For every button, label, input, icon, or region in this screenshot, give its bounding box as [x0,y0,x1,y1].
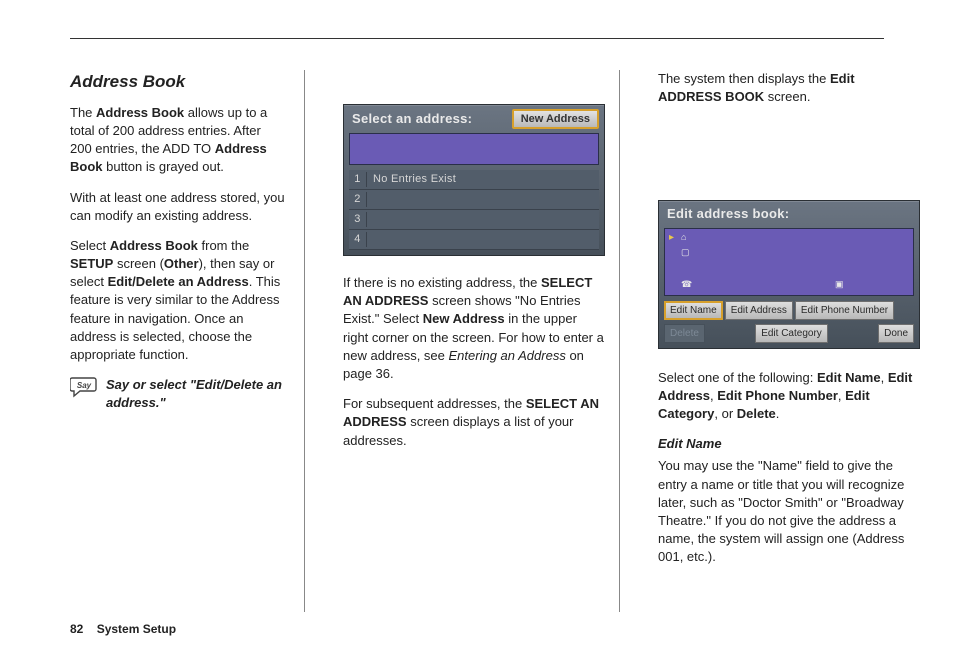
c3-p3: You may use the "Name" field to give the… [658,457,920,566]
row-cell: No Entries Exist [367,172,599,187]
column-3: The system then displays the Edit ADDRES… [644,70,920,612]
caret-right-icon: ▸ [669,233,674,243]
c2-p1: If there is no existing address, the SEL… [343,274,605,383]
panel-title: Edit address book: [667,205,789,223]
address-list: 1No Entries Exist 2 3 4 [349,170,599,250]
text: . [776,406,780,421]
page-body: Address Book The Address Book allows up … [70,70,884,612]
page-number: 82 [70,622,83,636]
row-number: 3 [349,212,367,227]
edit-phone-button[interactable]: Edit Phone Number [795,301,894,320]
text-bold: SETUP [70,256,113,271]
say-text: Say or select "Edit/Delete an address." [106,376,286,412]
delete-button[interactable]: Delete [664,324,705,343]
phone-icon: ☎ [681,279,693,289]
text-italic: Entering an Address [449,348,566,363]
map-icon: ▢ [681,247,693,257]
row-number: 2 [349,192,367,207]
c3-p1: The system then displays the Edit ADDRES… [658,70,920,106]
row-number: 4 [349,232,367,247]
list-item[interactable]: 3 [349,210,599,230]
panel-titlebar: Select an address: New Address [344,105,604,133]
panel-selection-area [349,133,599,165]
page-footer: 82 System Setup [70,621,176,638]
text: The [70,105,96,120]
text-bold: Edit/Delete an Address [108,274,249,289]
speech-bubble-icon: Say [70,376,98,398]
category-icon: ▣ [835,279,847,289]
screenshot-select-address: Select an address: New Address 1No Entri… [343,104,605,256]
panel-title: Select an address: [352,110,472,128]
home-icon: ⌂ [681,232,693,242]
text: , or [714,406,736,421]
text: from the [198,238,249,253]
button-row-1: Edit Name Edit Address Edit Phone Number [664,301,914,320]
column-2: Select an address: New Address 1No Entri… [329,70,620,612]
text-bold: Address Book [110,238,198,253]
heading-address-book: Address Book [70,70,286,94]
edit-address-button[interactable]: Edit Address [725,301,793,320]
edit-category-button[interactable]: Edit Category [755,324,828,343]
button-row-2: Delete Edit Category Done [664,324,914,343]
done-button[interactable]: Done [878,324,914,343]
text: screen ( [113,256,164,271]
text: Select [70,238,110,253]
text: Select one of the following: [658,370,817,385]
c1-p1: The Address Book allows up to a total of… [70,104,286,177]
page-top-rule [70,38,884,39]
list-item[interactable]: 2 [349,190,599,210]
panel-detail-area: ▸ ⌂ ▢ ☎ ▣ [664,228,914,296]
column-1: Address Book The Address Book allows up … [70,70,305,612]
page-section-title: System Setup [97,622,176,636]
screenshot-edit-address-book: Edit address book: ▸ ⌂ ▢ ☎ ▣ Edit Name E… [658,200,920,348]
text: button is grayed out. [103,159,224,174]
text-bold: Edit Name [817,370,881,385]
text-bold: Edit Phone Number [717,388,838,403]
panel-titlebar: Edit address book: [659,201,919,227]
say-icon-label: Say [77,381,92,390]
spacer: Edit Category [709,324,874,343]
subheading-edit-name: Edit Name [658,435,920,453]
text-bold: New Address [423,311,505,326]
row-number: 1 [349,172,367,187]
text: , [881,370,888,385]
list-item[interactable]: 1No Entries Exist [349,170,599,190]
c1-p3: Select Address Book from the SETUP scree… [70,237,286,364]
text: If there is no existing address, the [343,275,541,290]
c2-p2: For subsequent addresses, the SELECT AN … [343,395,605,450]
list-item[interactable]: 4 [349,230,599,250]
text: screen. [764,89,810,104]
say-callout: Say Say or select "Edit/Delete an addres… [70,376,286,412]
text-bold: Address Book [96,105,184,120]
text: For subsequent addresses, the [343,396,526,411]
text-bold: Delete [737,406,776,421]
text: The system then displays the [658,71,830,86]
c1-p2: With at least one address stored, you ca… [70,189,286,225]
edit-name-button[interactable]: Edit Name [664,301,723,320]
c3-p2: Select one of the following: Edit Name , … [658,369,920,424]
new-address-button[interactable]: New Address [512,109,599,129]
text-bold: Other [164,256,199,271]
